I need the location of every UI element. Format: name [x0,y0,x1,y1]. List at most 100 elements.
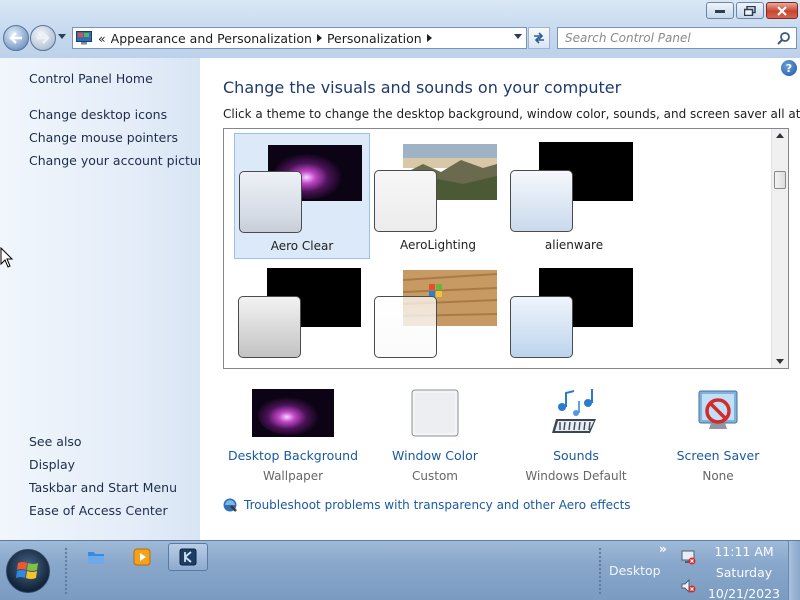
desktop-background-label[interactable]: Desktop Background [223,448,363,463]
forward-arrow-icon [37,32,50,44]
theme-name: AeroLighting [400,238,476,252]
left-nav-pane: Control Panel Home Change desktop icons … [0,58,210,540]
window-glass-preview [374,170,437,232]
troubleshoot-link[interactable]: Troubleshoot problems with transparency … [244,498,631,512]
screen-saver-option[interactable]: Screen Saver None [648,388,788,483]
taskbar-explorer[interactable] [76,543,116,571]
help-button[interactable]: ? [781,60,797,76]
wallpaper-thumbnail-icon [223,388,363,438]
back-button[interactable] [3,25,29,51]
volume-muted-icon[interactable] [680,578,696,594]
taskbar-control-panel[interactable] [168,543,208,571]
theme-name: Aero Clear [270,239,334,253]
clock-time: 11:11 AM [714,544,774,559]
see-also-heading: See also [29,434,82,449]
change-mouse-pointers-link[interactable]: Change mouse pointers [29,130,178,145]
window-glass-preview [510,296,573,358]
start-button[interactable] [6,549,50,593]
window-color-label[interactable]: Window Color [365,448,505,463]
display-link[interactable]: Display [29,457,75,472]
show-desktop-button[interactable] [788,541,800,600]
page-subtitle: Click a theme to change the desktop back… [223,107,800,121]
scroll-up-icon[interactable] [776,133,784,138]
restore-icon [744,5,756,16]
scroll-thumb[interactable] [774,171,786,189]
search-input[interactable] [558,28,768,48]
search-icon[interactable] [777,31,791,45]
window-chrome: « Appearance and Personalization Persona… [0,0,800,58]
theme-alienware[interactable]: alienware [506,133,642,259]
desktop-background-option[interactable]: Desktop Background Wallpaper [223,388,363,483]
window-glass-preview [374,296,437,358]
taskbar: Desktop » 11:11 AM Saturday 10/21/2023 [0,540,800,600]
help-icon: ? [785,61,793,75]
close-button[interactable] [766,2,798,19]
back-arrow-icon [9,32,22,44]
theme-name: alienware [544,238,604,252]
theme-unnamed-2[interactable] [370,259,506,368]
taskbar-grip[interactable] [64,547,68,595]
theme-list-scrollbar[interactable] [771,129,788,368]
control-panel-icon [179,548,197,566]
breadcrumb-item-appearance[interactable]: Appearance and Personalization [111,31,312,46]
taskbar-media-player[interactable] [122,543,162,571]
close-icon [777,5,787,16]
sounds-value: Windows Default [525,469,627,483]
windows-logo-icon [16,562,38,579]
desktop-background-value: Wallpaper [262,469,324,483]
troubleshoot-row: Troubleshoot problems with transparency … [222,497,631,513]
main-content: ? Change the visuals and sounds on your … [200,58,800,540]
screen-saver-icon [648,388,788,438]
theme-aerolighting[interactable]: AeroLighting [370,133,506,259]
window-glass-preview [239,171,302,233]
clock-date: 10/21/2023 [707,586,781,600]
show-hidden-icons-chevron[interactable]: » [659,542,667,556]
address-bar[interactable]: « Appearance and Personalization Persona… [72,27,527,49]
minimize-icon [715,9,725,13]
theme-aero-clear[interactable]: Aero Clear [234,133,370,259]
change-desktop-icons-link[interactable]: Change desktop icons [29,107,167,122]
search-box [557,27,797,49]
breadcrumb-arrow-icon[interactable] [426,34,432,42]
sounds-icon [506,388,646,438]
change-account-picture-link[interactable]: Change your account picture [29,153,210,168]
window-color-swatch-icon [365,388,505,438]
screen-saver-value: None [702,469,734,483]
desktop-toolbar-label[interactable]: Desktop [609,563,661,578]
window-controls [706,2,798,19]
control-panel-icon [76,31,92,45]
minimize-button[interactable] [706,2,734,19]
breadcrumb-overflow-chevron[interactable]: « [98,31,106,46]
forward-button[interactable] [30,25,56,51]
sounds-option[interactable]: Sounds Windows Default [506,388,646,483]
scroll-down-icon[interactable] [776,359,784,364]
refresh-button[interactable] [528,27,550,49]
theme-list: Aero Clear AeroLighting alienware [223,128,789,369]
refresh-icon [534,32,544,44]
folder-icon [88,552,104,564]
system-clock[interactable]: 11:11 AM Saturday 10/21/2023 [704,541,784,600]
ease-of-access-link[interactable]: Ease of Access Center [29,503,168,518]
mouse-cursor-icon [0,247,14,268]
theme-unnamed-1[interactable] [234,259,370,368]
breadcrumb-item-personalization[interactable]: Personalization [327,31,422,46]
theme-unnamed-3[interactable] [506,259,642,368]
network-icon[interactable] [680,549,696,565]
restore-button[interactable] [736,2,764,19]
window-color-option[interactable]: Window Color Custom [365,388,505,483]
taskbar-grip[interactable] [598,547,602,595]
clock-day: Saturday [715,565,773,580]
window-color-value: Custom [412,469,458,483]
window-glass-preview [510,170,573,232]
control-panel-home-link[interactable]: Control Panel Home [29,71,153,86]
taskbar-start-menu-link[interactable]: Taskbar and Start Menu [29,480,177,495]
recent-pages-dropdown-icon[interactable] [58,34,66,39]
screen-saver-label[interactable]: Screen Saver [648,448,788,463]
page-title: Change the visuals and sounds on your co… [223,78,622,97]
media-player-icon [133,548,151,566]
breadcrumb: « Appearance and Personalization Persona… [98,31,432,46]
address-history-dropdown-icon[interactable] [514,34,522,39]
sounds-label[interactable]: Sounds [506,448,646,463]
breadcrumb-arrow-icon[interactable] [316,34,322,42]
troubleshoot-icon [223,498,237,512]
